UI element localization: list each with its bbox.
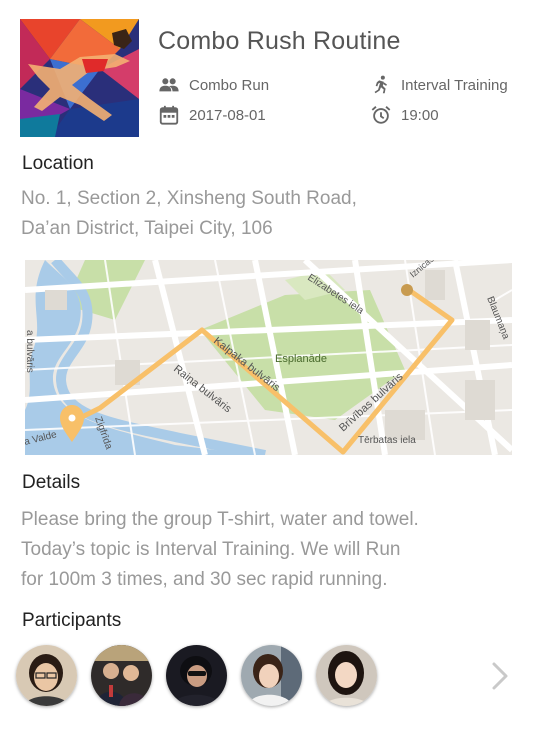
calendar-icon: [159, 105, 179, 125]
chevron-right-icon: [492, 662, 508, 690]
event-type: Interval Training: [370, 74, 508, 96]
event-type-label: Interval Training: [401, 76, 508, 94]
event-title: Combo Rush Routine: [158, 27, 401, 55]
details-line: Please bring the group T-shirt, water an…: [21, 509, 419, 530]
participants-list: [16, 645, 391, 706]
details-line: Today’s topic is Interval Training. We w…: [21, 539, 401, 560]
participants-next-button[interactable]: [488, 661, 512, 696]
event-category: Combo Run: [158, 74, 269, 96]
event-date-label: 2017-08-01: [189, 106, 266, 124]
route-map[interactable]: Elizabetes iela Esplanāde Kalpaka bulvār…: [25, 260, 512, 455]
map-label-bulvaris-left: a bulvāris: [25, 330, 35, 373]
participant-avatar[interactable]: [316, 645, 377, 706]
location-address: No. 1, Section 2, Xinsheng South Road, D…: [21, 184, 357, 244]
details-line: for 100m 3 times, and 30 sec rapid runni…: [21, 569, 388, 590]
event-poster-image: [20, 19, 139, 137]
address-line-1: No. 1, Section 2, Xinsheng South Road,: [21, 188, 357, 209]
map-label-esplanade: Esplanāde: [275, 353, 327, 365]
address-line-2: Da’an District, Taipei City, 106: [21, 218, 273, 239]
participant-avatar[interactable]: [16, 645, 77, 706]
event-date: 2017-08-01: [158, 104, 266, 126]
participants-heading: Participants: [22, 610, 122, 631]
event-time: 19:00: [370, 104, 439, 126]
event-time-label: 19:00: [401, 106, 439, 124]
runner-icon: [374, 75, 387, 94]
map-label-terbatas: Tērbatas iela: [358, 435, 416, 446]
participant-avatar[interactable]: [241, 645, 302, 706]
event-category-label: Combo Run: [189, 76, 270, 94]
details-heading: Details: [22, 472, 81, 493]
alarm-clock-icon: [371, 106, 391, 124]
participant-avatar[interactable]: [166, 645, 227, 706]
location-heading: Location: [22, 153, 94, 174]
group-icon: [159, 78, 179, 92]
details-text: Please bring the group T-shirt, water an…: [21, 505, 419, 595]
participant-avatar[interactable]: [91, 645, 152, 706]
